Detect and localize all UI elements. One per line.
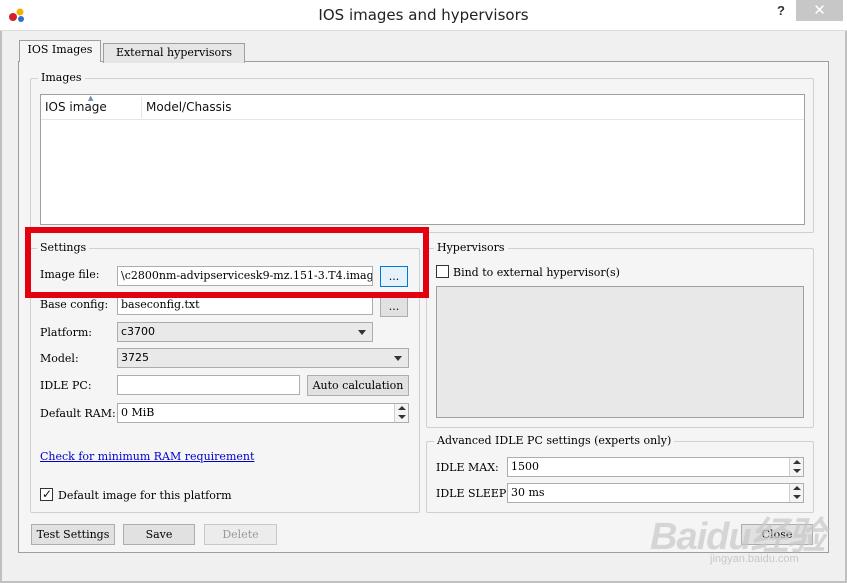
base-config-browse-button[interactable]: ... xyxy=(380,296,408,317)
sort-arrow-icon: ▲ xyxy=(88,94,94,102)
default-image-checkbox[interactable]: ✓ xyxy=(40,487,53,501)
idle-sleep-stepper[interactable] xyxy=(789,484,803,502)
window-frame-left xyxy=(0,31,2,583)
default-ram-label: Default RAM: xyxy=(40,407,116,420)
highlight-box xyxy=(25,227,429,298)
stepper-down-icon[interactable] xyxy=(793,469,801,473)
auto-calculation-button[interactable]: Auto calculation xyxy=(307,375,409,396)
column-model-chassis[interactable]: Model/Chassis xyxy=(142,95,342,120)
idle-pc-input[interactable] xyxy=(117,375,300,395)
platform-value: c3700 xyxy=(121,325,156,338)
save-button[interactable]: Save xyxy=(123,524,195,545)
base-config-input[interactable]: baseconfig.txt xyxy=(117,295,373,315)
close-window-button[interactable]: ✕ xyxy=(796,0,843,21)
advanced-idle-group-title: Advanced IDLE PC settings (experts only) xyxy=(434,434,675,447)
window-title: IOS images and hypervisors xyxy=(318,6,529,24)
bind-hypervisor-checkbox[interactable] xyxy=(436,265,449,278)
platform-select[interactable]: c3700 xyxy=(117,322,373,342)
default-ram-stepper[interactable] xyxy=(394,404,408,422)
stepper-down-icon[interactable] xyxy=(793,495,801,499)
platform-label: Platform: xyxy=(40,326,92,339)
delete-button[interactable]: Delete xyxy=(204,524,277,545)
chevron-down-icon xyxy=(394,356,402,361)
idle-max-label: IDLE MAX: xyxy=(436,461,499,474)
base-config-label: Base config: xyxy=(40,298,109,311)
images-list[interactable]: IOS image ▲ Model/Chassis xyxy=(40,94,805,225)
watermark: Baidu经验 jingyan.baidu.com xyxy=(650,505,840,575)
tab-ios-images[interactable]: IOS Images xyxy=(19,40,101,62)
help-button[interactable]: ? xyxy=(770,3,792,23)
default-image-label: Default image for this platform xyxy=(58,489,232,502)
stepper-up-icon[interactable] xyxy=(793,460,801,464)
idle-max-spinbox[interactable]: 1500 xyxy=(507,457,804,477)
stepper-down-icon[interactable] xyxy=(398,415,406,419)
idle-sleep-value: 30 ms xyxy=(511,486,545,499)
tab-external-hypervisors[interactable]: External hypervisors xyxy=(103,43,245,63)
model-select[interactable]: 3725 xyxy=(117,348,409,368)
chevron-down-icon xyxy=(358,330,366,335)
images-list-header: IOS image ▲ Model/Chassis xyxy=(41,94,804,120)
idle-max-stepper[interactable] xyxy=(789,458,803,476)
stepper-up-icon[interactable] xyxy=(398,406,406,410)
stepper-up-icon[interactable] xyxy=(793,486,801,490)
watermark-logo: Baidu经验 xyxy=(650,516,826,558)
idle-max-value: 1500 xyxy=(511,460,539,473)
idle-pc-label: IDLE PC: xyxy=(40,379,92,392)
watermark-url: jingyan.baidu.com xyxy=(710,553,799,565)
idle-sleep-label: IDLE SLEEP: xyxy=(436,487,510,500)
model-value: 3725 xyxy=(121,351,149,364)
bind-hypervisor-label: Bind to external hypervisor(s) xyxy=(453,266,620,279)
default-ram-value: 0 MiB xyxy=(121,406,155,419)
model-label: Model: xyxy=(40,352,79,365)
hypervisors-group-title: Hypervisors xyxy=(434,241,508,254)
checkmark-icon: ✓ xyxy=(42,487,53,501)
images-group-title: Images xyxy=(38,71,85,84)
test-settings-button[interactable]: Test Settings xyxy=(31,524,115,545)
min-ram-link[interactable]: Check for minimum RAM requirement xyxy=(40,450,254,463)
idle-sleep-spinbox[interactable]: 30 ms xyxy=(507,483,804,503)
default-ram-spinbox[interactable]: 0 MiB xyxy=(117,403,409,423)
hypervisors-list[interactable] xyxy=(436,286,804,418)
